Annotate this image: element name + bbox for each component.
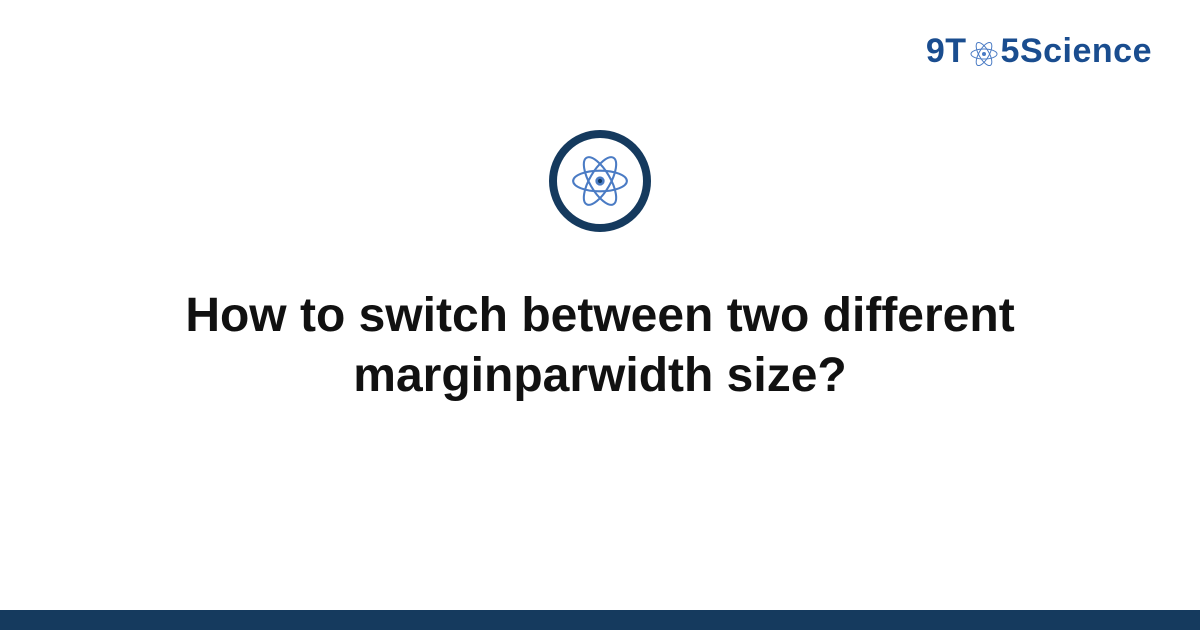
bottom-accent-bar — [0, 610, 1200, 630]
brand-suffix: 5Science — [1001, 32, 1152, 71]
atom-icon — [969, 39, 999, 69]
page-title: How to switch between two different marg… — [100, 286, 1100, 406]
logo-circle — [549, 130, 651, 232]
main-content: How to switch between two different marg… — [0, 130, 1200, 406]
atom-icon — [569, 150, 631, 212]
brand-logo: 9T 5Science — [926, 32, 1152, 71]
brand-prefix: 9T — [926, 32, 967, 71]
